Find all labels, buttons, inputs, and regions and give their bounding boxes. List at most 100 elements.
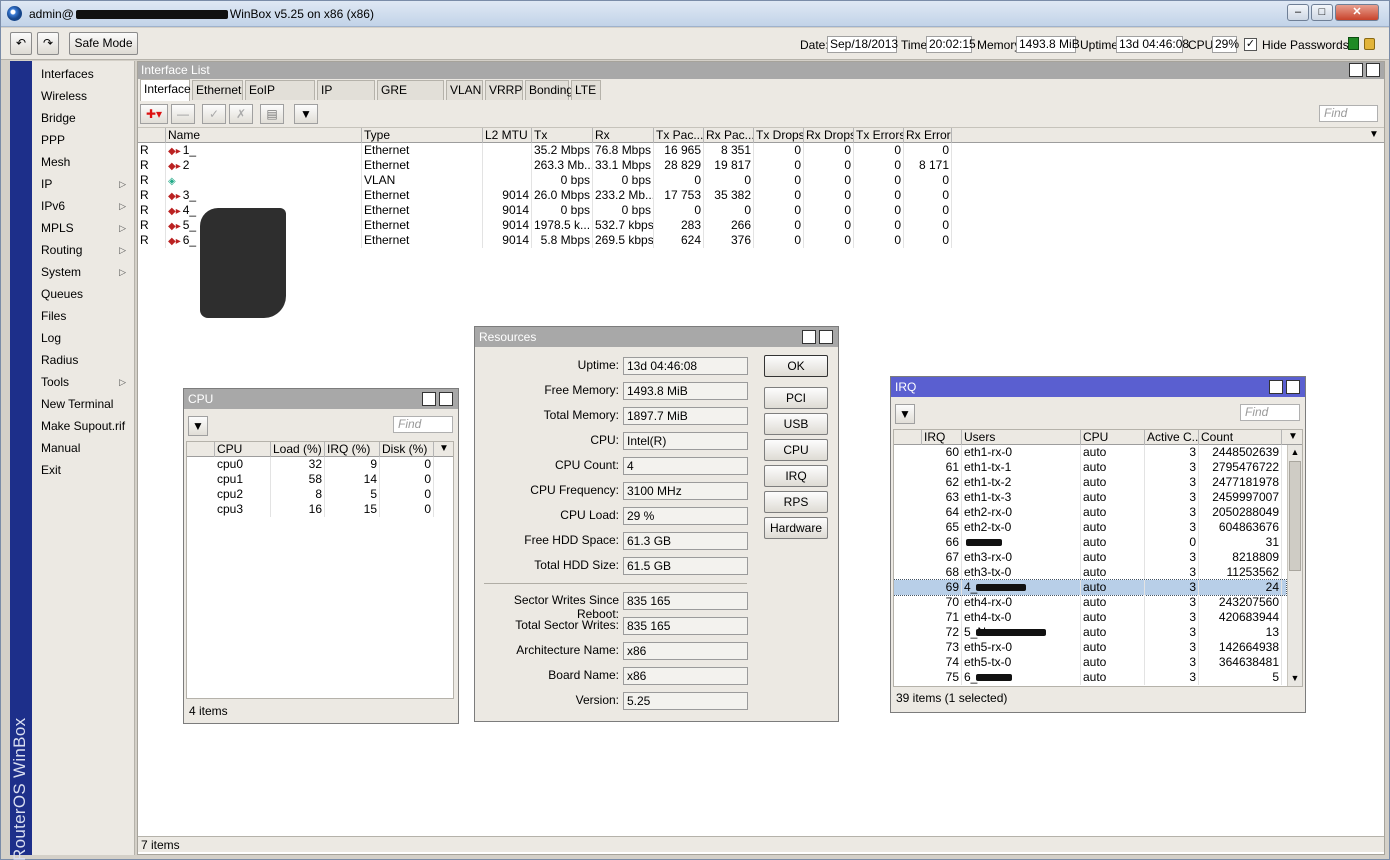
add-button[interactable]: ✚▾ [140, 104, 168, 124]
menu-item-mpls[interactable]: MPLS ▷ [32, 217, 134, 239]
cpu-row[interactable]: cpu3 16 15 0 [187, 502, 453, 517]
column-header-rxd[interactable]: Rx Drops [804, 128, 854, 143]
irq-row[interactable]: 74 eth5-tx-0 auto 3 364638481 [894, 655, 1286, 670]
columns-dropdown-icon[interactable]: ▼ [437, 442, 451, 456]
cpu-row[interactable]: cpu0 32 9 0 [187, 457, 453, 472]
tab-eoip-tunnel[interactable]: EoIP Tunnel [245, 80, 315, 116]
menu-item-files[interactable]: Files [32, 305, 134, 327]
cpu-row[interactable]: cpu1 58 14 0 [187, 472, 453, 487]
maximize-button[interactable]: □ [1311, 4, 1333, 21]
irq-row[interactable]: 72 5_N auto 3 13 [894, 625, 1286, 640]
column-header-irq[interactable]: IRQ (%) [325, 442, 380, 457]
menu-item-manual[interactable]: Manual [32, 437, 134, 459]
menu-item-bridge[interactable]: Bridge [32, 107, 134, 129]
column-header-load[interactable]: Load (%) [271, 442, 325, 457]
irq-row[interactable]: 60 eth1-rx-0 auto 3 2448502639 [894, 445, 1286, 460]
tab-interface[interactable]: Interface [140, 79, 191, 101]
irq-row[interactable]: 61 eth1-tx-1 auto 3 2795476722 [894, 460, 1286, 475]
interface-find-input[interactable]: Find [1319, 105, 1378, 122]
interface-row[interactable]: R ◆▸ 6_ Ethernet 9014 5.8 Mbps 269.5 kbps 624 37… [138, 233, 1384, 248]
column-header-txd[interactable]: Tx Drops [754, 128, 804, 143]
interface-row[interactable]: R ◆▸ 2 Ethernet 263.3 Mb... 33.1 Mbps 28 829 19… [138, 158, 1384, 173]
irq-button[interactable]: IRQ [764, 465, 828, 487]
column-header-active[interactable]: Active C... [1145, 430, 1199, 445]
column-header-rxe[interactable]: Rx Errors [904, 128, 952, 143]
close-icon[interactable]: ✕ [1366, 63, 1380, 77]
minimize-button[interactable]: – [1287, 4, 1309, 21]
irq-row-selected[interactable]: 69 4_ auto 3 24 [894, 579, 1287, 596]
column-header-tx[interactable]: Tx [532, 128, 593, 143]
irq-row[interactable]: 63 eth1-tx-3 auto 3 2459997007 [894, 490, 1286, 505]
irq-filter-button[interactable]: ▼ [895, 404, 915, 424]
column-header-name[interactable]: Name [166, 128, 362, 143]
menu-item-log[interactable]: Log [32, 327, 134, 349]
column-header-cpu[interactable]: CPU [1081, 430, 1145, 445]
interface-row[interactable]: R ◆▸ 3_ Ethernet 9014 26.0 Mbps 233.2 Mb... 17 … [138, 188, 1384, 203]
irq-row[interactable]: 68 eth3-tx-0 auto 3 11253562 [894, 565, 1286, 580]
column-header-txe[interactable]: Tx Errors [854, 128, 904, 143]
column-header-type[interactable]: Type [362, 128, 483, 143]
column-header-irq[interactable]: IRQ [922, 430, 962, 445]
irq-scrollbar[interactable]: ▲ ▼ [1287, 445, 1302, 686]
usb-button[interactable]: USB [764, 413, 828, 435]
menu-item-radius[interactable]: Radius [32, 349, 134, 371]
tab-ethernet[interactable]: Ethernet [192, 80, 243, 100]
ok-button[interactable]: OK [764, 355, 828, 377]
irq-row[interactable]: 62 eth1-tx-2 auto 3 2477181978 [894, 475, 1286, 490]
tab-ip-tunnel[interactable]: IP Tunnel [317, 80, 375, 116]
restore-icon[interactable]: □ [1269, 380, 1283, 394]
menu-item-wireless[interactable]: Wireless [32, 85, 134, 107]
menu-item-make-supout-rif[interactable]: Make Supout.rif [32, 415, 134, 437]
irq-row[interactable]: 71 eth4-tx-0 auto 3 420683944 [894, 610, 1286, 625]
scroll-thumb[interactable] [1289, 461, 1301, 571]
scroll-up-icon[interactable]: ▲ [1288, 445, 1302, 459]
irq-row[interactable]: 64 eth2-rx-0 auto 3 2050288049 [894, 505, 1286, 520]
menu-item-ip[interactable]: IP ▷ [32, 173, 134, 195]
cpu-flag-header[interactable] [187, 442, 215, 457]
cpu-find-input[interactable]: Find [393, 416, 453, 433]
rps-button[interactable]: RPS [764, 491, 828, 513]
tab-bonding[interactable]: Bonding [525, 80, 573, 100]
menu-item-queues[interactable]: Queues [32, 283, 134, 305]
cpu-filter-button[interactable]: ▼ [188, 416, 208, 436]
menu-item-ipv6[interactable]: IPv6 ▷ [32, 195, 134, 217]
tab-lte[interactable]: LTE [571, 80, 601, 100]
close-button[interactable]: ✕ [1335, 4, 1379, 21]
disable-button[interactable]: ✗ [229, 104, 253, 124]
column-header-users[interactable]: Users [962, 430, 1081, 445]
remove-button[interactable]: — [171, 104, 195, 124]
hide-passwords-checkbox[interactable]: ✓ [1244, 38, 1257, 51]
irq-row[interactable]: 75 6_ auto 3 5 [894, 670, 1286, 685]
restore-icon[interactable]: □ [1349, 63, 1363, 77]
tab-vlan[interactable]: VLAN [446, 80, 483, 100]
column-header-txp[interactable]: Tx Pac... [654, 128, 704, 143]
pci-button[interactable]: PCI [764, 387, 828, 409]
cpu-button[interactable]: CPU [764, 439, 828, 461]
filter-button[interactable]: ▼ [294, 104, 318, 124]
column-header-count[interactable]: Count [1199, 430, 1282, 445]
irq-row[interactable]: 65 eth2-tx-0 auto 3 604863676 [894, 520, 1286, 535]
interface-row[interactable]: R ◆▸ 1_ Ethernet 35.2 Mbps 76.8 Mbps 16 965 8 3… [138, 143, 1384, 158]
flag-column-header[interactable] [138, 128, 166, 143]
interface-row[interactable]: R ◈ VLAN 0 bps 0 bps 0 0 0 0 0 0 [138, 173, 1384, 188]
cpu-row[interactable]: cpu2 8 5 0 [187, 487, 453, 502]
interface-row[interactable]: R ◆▸ 4_ Ethernet 9014 0 bps 0 bps 0 0 0 0 0 0 [138, 203, 1384, 218]
menu-item-mesh[interactable]: Mesh [32, 151, 134, 173]
irq-row[interactable]: 67 eth3-rx-0 auto 3 8218809 [894, 550, 1286, 565]
tab-vrrp[interactable]: VRRP [485, 80, 523, 100]
menu-item-exit[interactable]: Exit [32, 459, 134, 481]
restore-icon[interactable]: □ [802, 330, 816, 344]
close-icon[interactable]: ✕ [439, 392, 453, 406]
menu-item-routing[interactable]: Routing ▷ [32, 239, 134, 261]
safe-mode-button[interactable]: Safe Mode [69, 32, 138, 55]
restore-icon[interactable]: □ [422, 392, 436, 406]
column-header-disk[interactable]: Disk (%) [380, 442, 434, 457]
comment-button[interactable]: ▤ [260, 104, 284, 124]
close-icon[interactable]: ✕ [1286, 380, 1300, 394]
menu-item-interfaces[interactable]: Interfaces [32, 63, 134, 85]
enable-button[interactable]: ✓ [202, 104, 226, 124]
column-header-rxp[interactable]: Rx Pac... [704, 128, 754, 143]
interface-row[interactable]: R ◆▸ 5_ Ethernet 9014 1978.5 k... 532.7 kbps 28… [138, 218, 1384, 233]
irq-flag-header[interactable] [894, 430, 922, 445]
menu-item-system[interactable]: System ▷ [32, 261, 134, 283]
